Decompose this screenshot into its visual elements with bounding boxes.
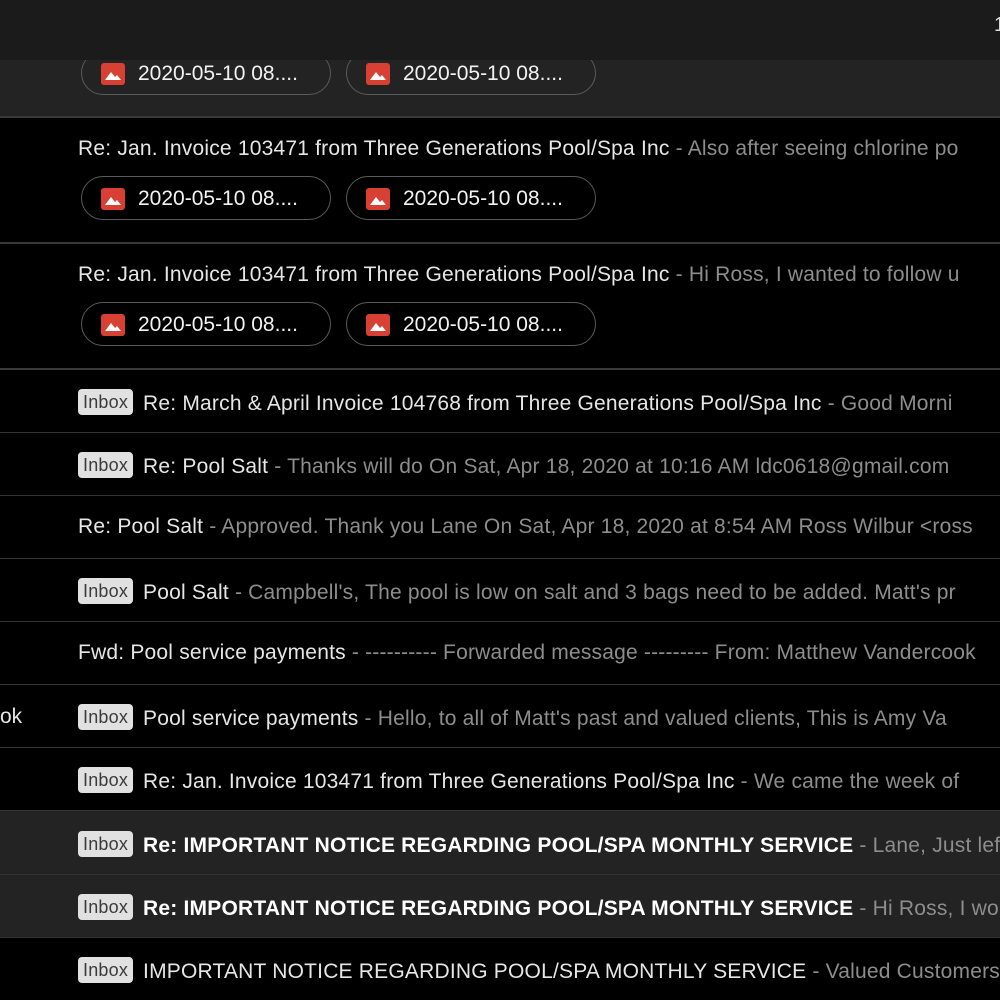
image-file-icon <box>366 63 390 85</box>
email-row[interactable]: Re: Jan. Invoice 103471 from Three Gener… <box>0 244 1000 370</box>
email-row[interactable]: Re: Jan. Invoice 103471 from Three Gener… <box>0 118 1000 244</box>
inbox-label-badge: Inbox <box>78 894 134 920</box>
email-subject: Re: March & April Invoice 104768 from Th… <box>143 392 822 415</box>
email-row[interactable]: Inbox IMPORTANT NOTICE REGARDING POOL/SPA… <box>0 938 1000 1000</box>
email-snippet: - ---------- Forwarded message ---------… <box>345 641 976 664</box>
email-subject: Re: Jan. Invoice 103471 from Three Gener… <box>143 770 735 793</box>
email-row[interactable]: Inbox Re: Pool Salt - Thanks will do On S… <box>0 433 1000 496</box>
attachment-chip[interactable]: 2020-05-10 08.... <box>81 302 331 346</box>
email-snippet: - We came the week of <box>734 770 960 793</box>
email-row[interactable]: Inbox Re: March & April Invoice 104768 fr… <box>0 370 1000 433</box>
email-subject: Fwd: Pool service payments <box>78 641 346 664</box>
email-subject: Re: Jan. Invoice 103471 from Three Gener… <box>78 137 670 160</box>
email-row[interactable]: Fwd: Pool service payments - ---------- … <box>0 622 1000 685</box>
attachment-filename: 2020-05-10 08.... <box>138 187 298 210</box>
email-subject: Re: Pool Salt <box>78 515 204 538</box>
email-subject: Re: Pool Salt <box>143 455 269 478</box>
email-line: Inbox Re: IMPORTANT NOTICE REGARDING POOL… <box>78 831 1000 858</box>
attachment-filename: 2020-05-10 08.... <box>403 313 563 336</box>
inbox-label-badge: Inbox <box>78 389 134 415</box>
email-snippet: - Approved. Thank you Lane On Sat, Apr 1… <box>203 515 973 538</box>
email-subject: Re: Jan. Invoice 103471 from Three Gener… <box>78 263 670 286</box>
email-snippet: - Valued Customers <box>806 960 1000 983</box>
attachment-chip[interactable]: 2020-05-10 08.... <box>81 176 331 220</box>
sender-name-fragment: ok <box>0 705 23 728</box>
email-subject: Re: IMPORTANT NOTICE REGARDING POOL/SPA … <box>143 834 854 857</box>
email-row[interactable]: Re: Pool Salt - Approved. Thank you Lane… <box>0 496 1000 559</box>
email-line: Re: Pool Salt - Approved. Thank you Lane… <box>78 515 973 539</box>
email-line: Inbox IMPORTANT NOTICE REGARDING POOL/SPA… <box>78 957 1000 984</box>
email-line: Inbox Pool Salt - Campbell's, The pool is… <box>78 578 956 605</box>
email-snippet: - Hi Ross, I wo <box>853 897 999 920</box>
image-file-icon <box>101 314 125 336</box>
attachment-filename: 2020-05-10 08.... <box>138 62 298 85</box>
email-line: Re: Jan. Invoice 103471 from Three Gener… <box>78 137 959 161</box>
email-line: Inbox Re: Jan. Invoice 103471 from Three … <box>78 767 959 794</box>
email-line: Inbox Re: IMPORTANT NOTICE REGARDING POOL… <box>78 894 999 921</box>
email-snippet: - Also after seeing chlorine po <box>669 137 959 160</box>
email-snippet: - Hello, to all of Matt's past and value… <box>358 707 947 730</box>
inbox-label-badge: Inbox <box>78 831 134 857</box>
inbox-label-badge: Inbox <box>78 767 134 793</box>
image-file-icon <box>101 188 125 210</box>
email-subject: Re: IMPORTANT NOTICE REGARDING POOL/SPA … <box>143 897 854 920</box>
attachment-chip[interactable]: 2020-05-10 08.... <box>346 302 596 346</box>
email-line: Inbox Re: March & April Invoice 104768 fr… <box>78 389 953 416</box>
email-line: Inbox Pool service payments - Hello, to a… <box>78 704 947 731</box>
top-bar-corner-text: 1 <box>994 14 1000 36</box>
attachment-chip[interactable]: 2020-05-10 08.... <box>346 176 596 220</box>
email-snippet: - Good Morni <box>821 392 953 415</box>
attachment-filename: 2020-05-10 08.... <box>403 62 563 85</box>
inbox-label-badge: Inbox <box>78 452 134 478</box>
email-subject: Pool service payments <box>143 707 359 730</box>
email-snippet: - Thanks will do On Sat, Apr 18, 2020 at… <box>268 455 950 478</box>
email-snippet: - Hi Ross, I wanted to follow u <box>669 263 960 286</box>
email-row-unread[interactable]: Inbox Re: IMPORTANT NOTICE REGARDING POOL… <box>0 875 1000 938</box>
top-app-bar: 1 <box>0 0 1000 60</box>
image-file-icon <box>366 314 390 336</box>
email-subject: IMPORTANT NOTICE REGARDING POOL/SPA MONT… <box>143 960 807 983</box>
image-file-icon <box>101 63 125 85</box>
email-line: Inbox Re: Pool Salt - Thanks will do On S… <box>78 452 949 479</box>
inbox-label-badge: Inbox <box>78 578 134 604</box>
email-snippet: - Campbell's, The pool is low on salt an… <box>228 581 956 604</box>
image-file-icon <box>366 188 390 210</box>
email-subject: Pool Salt <box>143 581 229 604</box>
email-row-unread[interactable]: Inbox Re: IMPORTANT NOTICE REGARDING POOL… <box>0 811 1000 875</box>
email-line: Fwd: Pool service payments - ---------- … <box>78 641 976 665</box>
inbox-label-badge: Inbox <box>78 957 134 983</box>
email-row[interactable]: ok Inbox Pool service payments - Hello, t… <box>0 685 1000 748</box>
email-row[interactable]: Inbox Pool Salt - Campbell's, The pool is… <box>0 559 1000 622</box>
attachment-filename: 2020-05-10 08.... <box>138 313 298 336</box>
email-snippet: - Lane, Just lef <box>853 834 1000 857</box>
attachment-filename: 2020-05-10 08.... <box>403 187 563 210</box>
email-line: Re: Jan. Invoice 103471 from Three Gener… <box>78 263 960 287</box>
inbox-label-badge: Inbox <box>78 704 134 730</box>
email-row[interactable]: Inbox Re: Jan. Invoice 103471 from Three … <box>0 748 1000 811</box>
